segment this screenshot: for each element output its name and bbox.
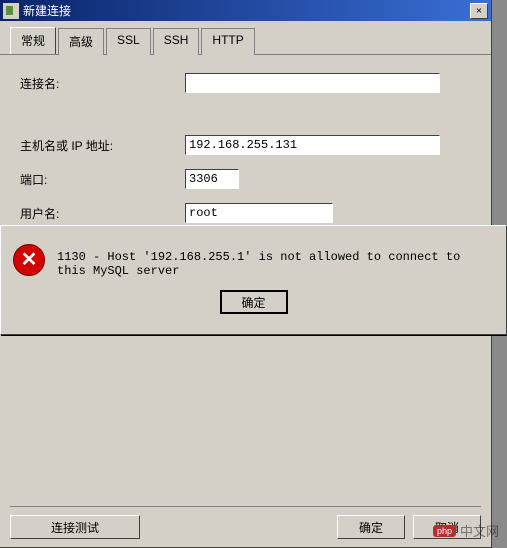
tabs-container: 常规 高级 SSL SSH HTTP: [0, 21, 491, 55]
app-icon: [3, 3, 19, 19]
user-input[interactable]: [185, 203, 333, 223]
connection-name-input[interactable]: [185, 73, 440, 93]
title-bar: 新建连接 ×: [0, 0, 491, 21]
host-input[interactable]: [185, 135, 440, 155]
host-label: 主机名或 IP 地址:: [20, 137, 185, 154]
error-ok-button[interactable]: 确定: [220, 290, 288, 314]
port-label: 端口:: [20, 171, 185, 188]
connection-name-label: 连接名:: [20, 75, 185, 92]
user-label: 用户名:: [20, 205, 185, 222]
cancel-button[interactable]: 取消: [413, 515, 481, 539]
error-icon: ✕: [13, 244, 45, 276]
window-title: 新建连接: [23, 2, 470, 19]
error-message: 1130 - Host '192.168.255.1' is not allow…: [57, 244, 494, 278]
tab-ssh[interactable]: SSH: [153, 28, 200, 55]
close-button[interactable]: ×: [470, 3, 488, 19]
ok-button[interactable]: 确定: [337, 515, 405, 539]
bottom-action-bar: 连接测试 确定 取消: [10, 506, 481, 539]
tab-advanced[interactable]: 高级: [58, 28, 104, 55]
tab-ssl[interactable]: SSL: [106, 28, 151, 55]
test-connection-button[interactable]: 连接测试: [10, 515, 140, 539]
error-dialog: ✕ 1130 - Host '192.168.255.1' is not all…: [0, 225, 507, 335]
x-icon: ✕: [21, 250, 38, 270]
tab-http[interactable]: HTTP: [201, 28, 254, 55]
port-input[interactable]: [185, 169, 239, 189]
tab-general[interactable]: 常规: [10, 27, 56, 54]
